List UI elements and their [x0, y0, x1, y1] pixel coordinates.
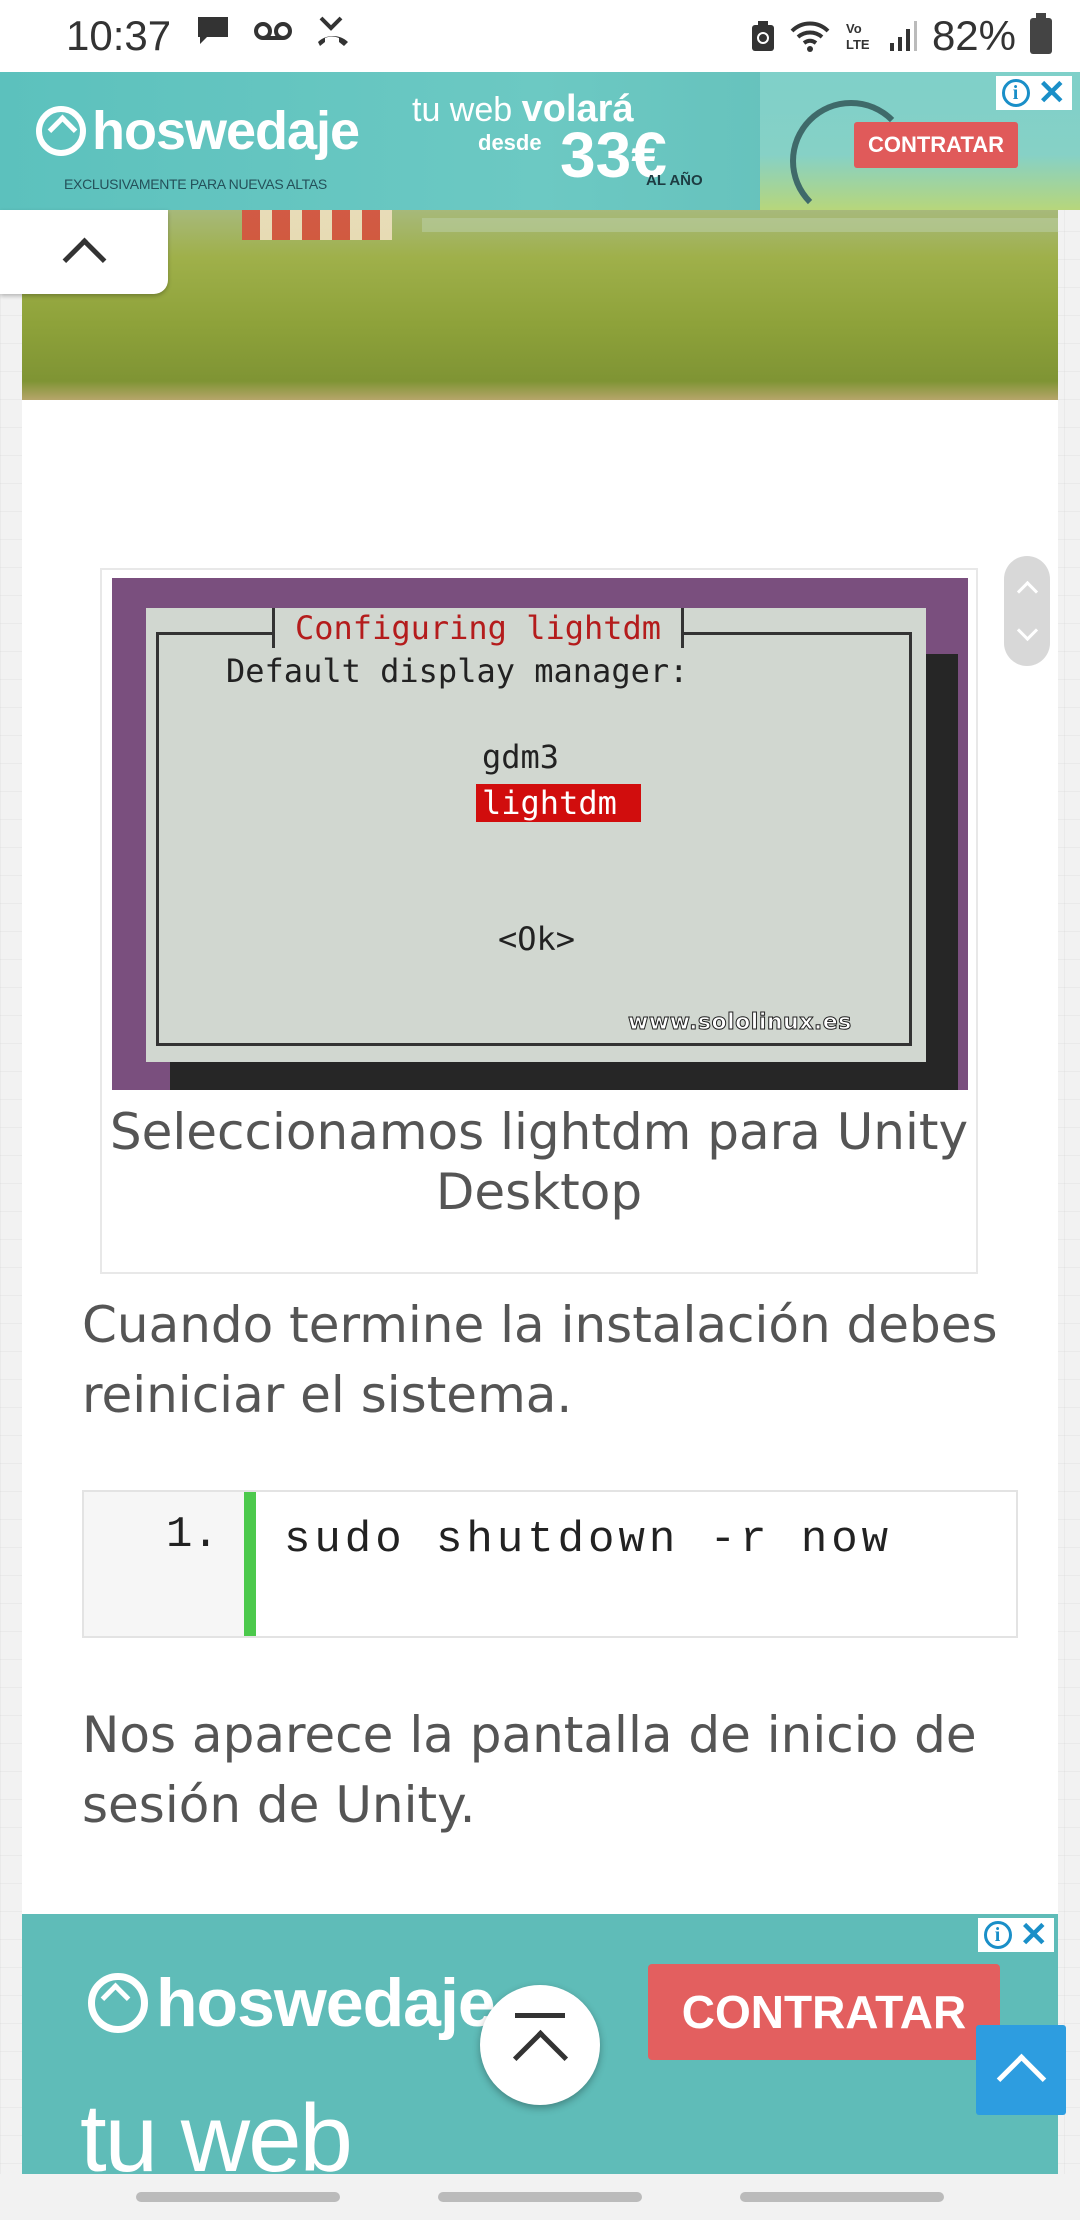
chevron-down-icon — [1016, 619, 1038, 642]
figure: Configuring lightdm Default display mana… — [100, 568, 978, 1274]
nav-home-button[interactable] — [438, 2192, 642, 2202]
option-gdm3: gdm3 — [482, 738, 560, 776]
close-ad-icon[interactable]: ✕ — [1020, 1918, 1049, 1952]
article-content: Configuring lightdm Default display mana… — [22, 210, 1058, 1915]
top-ad-banner[interactable]: hoswedaje EXCLUSIVAMENTE PARA NUEVAS ALT… — [0, 72, 1080, 210]
header-image — [22, 210, 1058, 400]
ad-logo: hoswedaje — [88, 1964, 496, 2042]
battery-percent: 82% — [931, 12, 1016, 59]
chevron-up-icon — [512, 2029, 568, 2086]
scroll-handle[interactable] — [1004, 556, 1050, 666]
nav-recents-button[interactable] — [136, 2192, 340, 2202]
svg-text:LTE: LTE — [846, 37, 870, 52]
close-ad-icon[interactable]: ✕ — [1038, 76, 1067, 110]
terminal-screenshot: Configuring lightdm Default display mana… — [112, 578, 968, 1090]
ad-brand: hoswedaje — [92, 101, 360, 161]
ad-from-label: desde — [478, 130, 542, 155]
figure-caption: Seleccionamos lightdm para Unity Desktop — [109, 1103, 969, 1221]
chat-icon — [198, 17, 228, 44]
ad-choices[interactable]: i ✕ — [977, 1918, 1054, 1952]
chevron-up-icon — [996, 2053, 1046, 2103]
dialog-box: Configuring lightdm Default display mana… — [146, 608, 926, 1062]
volte-icon: VoLTE — [846, 21, 870, 52]
ad-brand: hoswedaje — [156, 1965, 496, 2041]
system-navigation-bar — [0, 2174, 1080, 2220]
missed-call-icon — [318, 16, 348, 46]
dialog-prompt: Default display manager: — [226, 652, 689, 690]
bar-line — [515, 2013, 565, 2018]
house-icon — [36, 106, 86, 156]
ad-per-year: AL AÑO — [646, 172, 703, 189]
option-lightdm-selected: lightdm — [476, 784, 641, 822]
dialog-frame — [156, 632, 912, 1046]
ad-tagline-prefix: tu web — [412, 91, 513, 129]
house-icon — [88, 1973, 148, 2033]
svg-text:Vo: Vo — [846, 21, 862, 36]
status-bar: 10:37 Vo LTE 82% — [0, 0, 1080, 72]
code-line: sudo shutdown -r now — [284, 1515, 893, 1565]
info-icon[interactable]: i — [1001, 79, 1030, 107]
ok-button: <Ok> — [498, 920, 576, 958]
chevron-up-icon — [1016, 580, 1038, 603]
voicemail-icon — [254, 22, 292, 40]
code-line-number: 1. — [166, 1510, 219, 1560]
code-block: 1. sudo shutdown -r now — [82, 1490, 1018, 1638]
ad-cta-button[interactable]: CONTRATAR — [648, 1964, 1000, 2060]
ad-subtitle: EXCLUSIVAMENTE PARA NUEVAS ALTAS — [64, 176, 327, 192]
ad-choices[interactable]: i ✕ — [995, 76, 1072, 110]
wifi-icon — [790, 21, 830, 52]
ad-cta-button[interactable]: CONTRATAR — [854, 122, 1018, 168]
watermark: www.sololinux.es — [628, 1010, 852, 1036]
sync-icon — [751, 21, 774, 51]
status-left-icons — [195, 14, 351, 48]
ad-tagline: tu web — [80, 2085, 353, 2174]
status-right-icons: Vo LTE 82% — [750, 12, 1052, 60]
collapse-sticky-ad-button[interactable] — [480, 1985, 600, 2105]
scroll-to-top-button[interactable] — [976, 2025, 1066, 2115]
battery-icon — [1030, 13, 1052, 54]
status-time: 10:37 — [66, 12, 172, 59]
info-icon[interactable]: i — [983, 1921, 1012, 1949]
paragraph: Cuando termine la instalación debes rein… — [82, 1296, 998, 1424]
chevron-up-icon — [62, 237, 106, 281]
dialog-title: Configuring lightdm — [272, 608, 685, 648]
collapse-ad-button[interactable] — [0, 210, 168, 294]
nav-back-button[interactable] — [740, 2192, 944, 2202]
signal-icon — [889, 21, 917, 51]
ad-logo: hoswedaje — [36, 100, 360, 162]
ad-offer: tu web volará desde 33€ AL AÑO — [412, 88, 703, 191]
paragraph: Nos aparece la pantalla de inicio de ses… — [82, 1706, 977, 1834]
